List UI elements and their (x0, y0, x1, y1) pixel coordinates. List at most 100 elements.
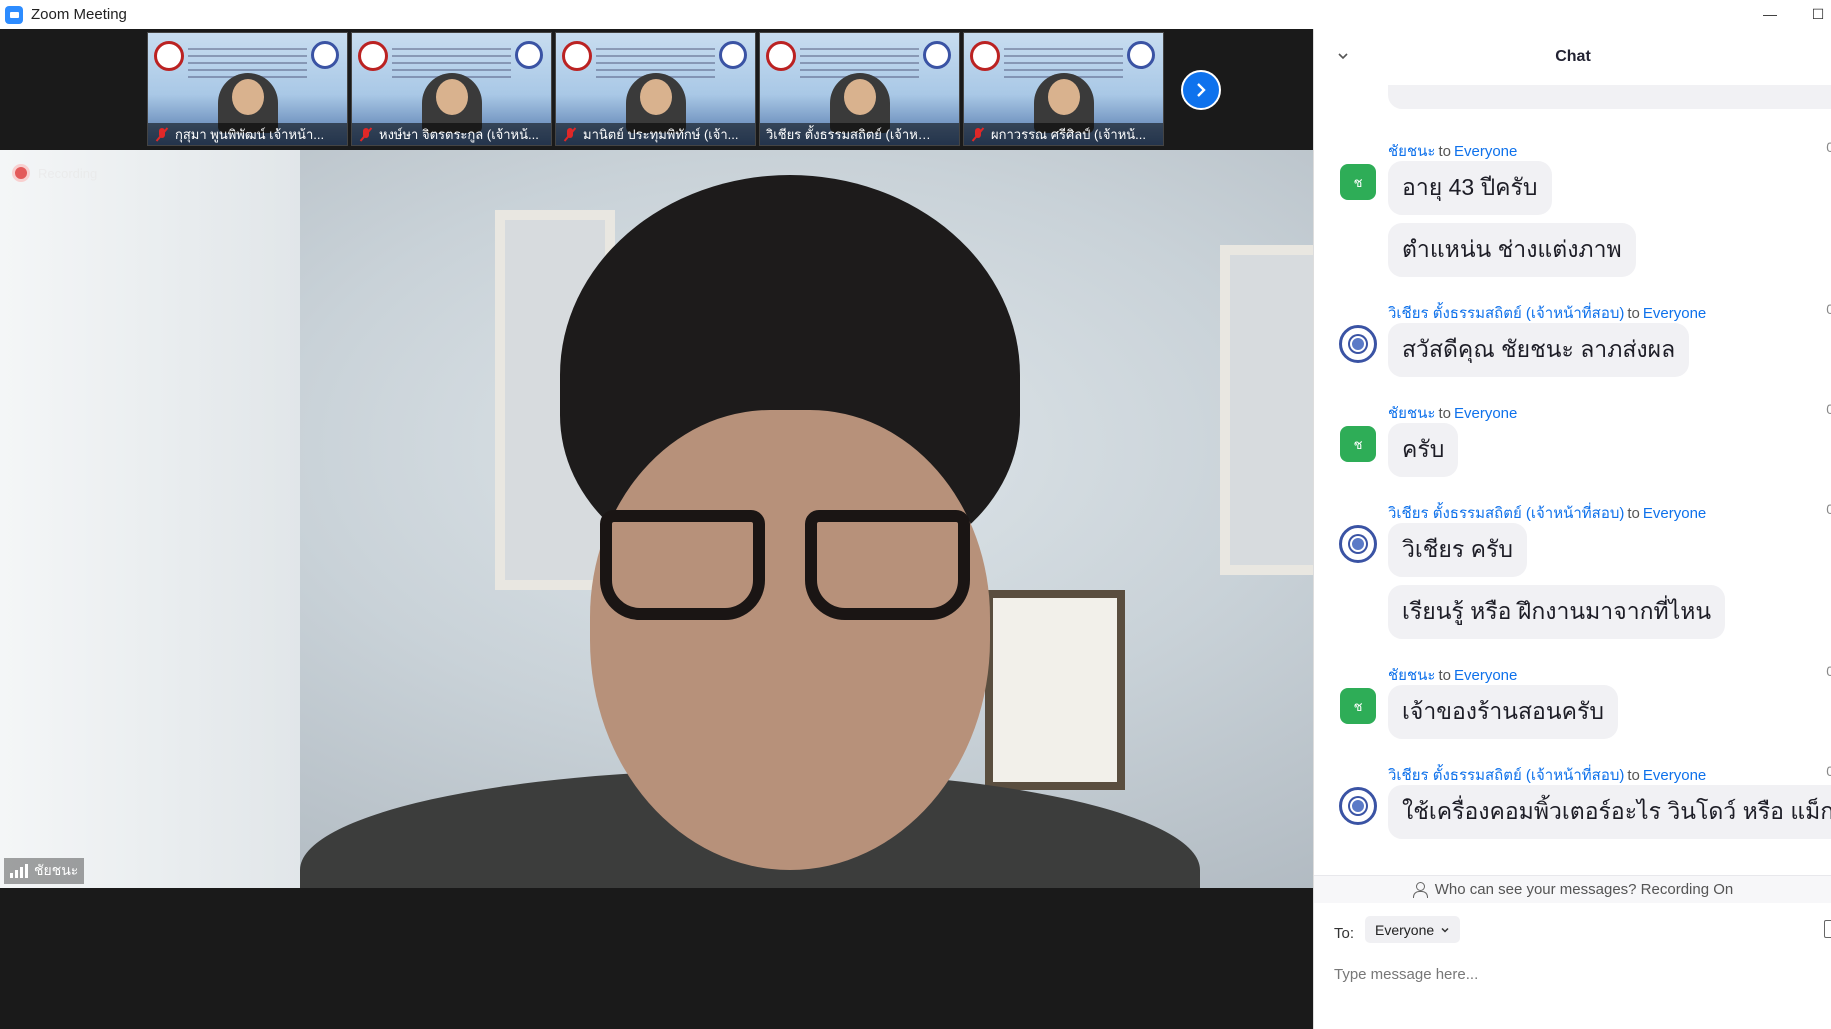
message-sender-line: ชัยชนะ to Everyone (1388, 663, 1517, 687)
message-bubble[interactable]: เจ้าของร้านสอนครับ (1388, 685, 1618, 739)
message-bubble[interactable]: อายุ 43 ปีครับ (1388, 161, 1552, 215)
message-sender-line: วิเชียร ตั้งธรรมสถิตย์ (เจ้าหน้าที่สอบ) t… (1388, 763, 1706, 787)
message-bubble[interactable]: วิเชียร ครับ (1388, 523, 1527, 577)
participant-name-bar: หงษ์ษา จิตรตระกูล (เจ้าหน้... (352, 123, 551, 145)
signal-strength-icon (10, 864, 28, 878)
window-title: Zoom Meeting (31, 6, 127, 23)
mic-muted-icon (563, 127, 577, 141)
avatar: ช (1340, 164, 1376, 200)
org-logo-left (154, 41, 184, 71)
recording-label: Recording (38, 165, 98, 181)
to-label: to (1438, 143, 1451, 160)
next-page-button[interactable] (1181, 70, 1221, 110)
participant-name: วิเชียร ตั้งธรรมสถิตย์ (เจ้าหน้า... (766, 126, 938, 142)
video-subject (600, 510, 765, 620)
avatar (1339, 325, 1377, 363)
sender-name[interactable]: ชัยชนะ (1388, 667, 1435, 684)
recording-icon (12, 164, 30, 182)
video-background (985, 590, 1125, 790)
participant-thumbnail[interactable]: ผกาวรรณ ศรีศิลป์ (เจ้าหน้... (963, 32, 1164, 146)
chevron-down-icon[interactable] (1336, 49, 1350, 63)
sender-name[interactable]: วิเชียร ตั้งธรรมสถิตย์ (เจ้าหน้าที่สอบ) (1388, 767, 1624, 784)
message-time: 0 (1826, 501, 1831, 517)
recipient-name[interactable]: Everyone (1643, 305, 1706, 322)
to-label: to (1627, 505, 1640, 522)
recipient-value: Everyone (1375, 921, 1435, 938)
chevron-right-icon (1197, 83, 1206, 97)
message-bubble[interactable]: เรียนรู้ หรือ ฝึกงานมาจากที่ไหน (1388, 585, 1726, 639)
recording-indicator[interactable]: Recording (12, 164, 97, 182)
recipient-name[interactable]: Everyone (1454, 667, 1517, 684)
message-time: 0 (1826, 663, 1831, 679)
active-speaker-video: Recording ชัยชนะ (0, 150, 1313, 888)
sender-name[interactable]: ชัยชนะ (1388, 143, 1435, 160)
avatar (1339, 525, 1377, 563)
avatar: ช (1340, 426, 1376, 462)
participant-thumbnail[interactable]: หงษ์ษา จิตรตระกูล (เจ้าหน้... (351, 32, 552, 146)
chat-message-list[interactable]: ชัยชนะ to Everyone 0 ช อายุ 43 ปีครับ ตำแห… (1314, 85, 1831, 877)
message-privacy-notice[interactable]: Who can see your messages? Recording On (1314, 875, 1831, 903)
message-time: 0 (1826, 763, 1831, 779)
org-logo-right (1127, 41, 1155, 69)
sender-name[interactable]: วิเชียร ตั้งธรรมสถิตย์ (เจ้าหน้าที่สอบ) (1388, 505, 1624, 522)
org-logo-right (311, 41, 339, 69)
avatar (1339, 787, 1377, 825)
video-background (1220, 245, 1313, 575)
message-sender-line: วิเชียร ตั้งธรรมสถิตย์ (เจ้าหน้าที่สอบ) t… (1388, 501, 1706, 525)
message-input[interactable] (1334, 961, 1814, 987)
chat-panel: Chat ชัยชนะ to Everyone 0 ช อายุ 43 ปีครับ… (1313, 29, 1831, 1029)
people-icon (1412, 881, 1429, 898)
message-bubble[interactable]: ตำแหน่น ช่างแต่งภาพ (1388, 223, 1636, 277)
to-label: to (1627, 767, 1640, 784)
participant-thumbnail[interactable]: กุสุมา พูนพิพัฒน์ เจ้าหน้า... (147, 32, 348, 146)
participant-name: ผกาวรรณ ศรีศิลป์ (เจ้าหน้... (991, 126, 1147, 142)
recipient-dropdown[interactable]: Everyone (1365, 916, 1461, 943)
participant-name: กุสุมา พูนพิพัฒน์ เจ้าหน้า... (175, 126, 325, 142)
maximize-button[interactable]: ☐ (1806, 2, 1830, 26)
minimize-button[interactable]: — (1758, 2, 1782, 26)
participant-name-bar: ผกาวรรณ ศรีศิลป์ (เจ้าหน้... (964, 123, 1163, 145)
message-bubble[interactable]: ครับ (1388, 423, 1459, 477)
to-label: to (1438, 405, 1451, 422)
participant-thumbnail[interactable]: วิเชียร ตั้งธรรมสถิตย์ (เจ้าหน้า... (759, 32, 960, 146)
participant-thumbnail-strip: กุสุมา พูนพิพัฒน์ เจ้าหน้า... หงษ์ษา จิต… (0, 29, 1313, 150)
video-background (0, 150, 300, 888)
to-label: to (1438, 667, 1451, 684)
participant-name: หงษ์ษา จิตรตระกูล (เจ้าหน้... (379, 126, 539, 142)
participant-name: มานิตย์ ประทุมพิทักษ์ (เจ้า... (583, 126, 739, 142)
video-subject (805, 510, 970, 620)
message-time: 0 (1826, 301, 1831, 317)
mic-muted-icon (155, 127, 169, 141)
org-logo-right (515, 41, 543, 69)
zoom-app-icon (5, 5, 23, 24)
message-bubble-partial (1388, 85, 1831, 109)
recipient-name[interactable]: Everyone (1643, 505, 1706, 522)
recipient-name[interactable]: Everyone (1643, 767, 1706, 784)
org-logo-left (970, 41, 1000, 71)
message-bubble[interactable]: ใช้เครื่องคอมพิ้วเตอร์อะไร วินโดว์ หรือ … (1388, 785, 1831, 839)
sender-name[interactable]: วิเชียร ตั้งธรรมสถิตย์ (เจ้าหน้าที่สอบ) (1388, 305, 1624, 322)
mic-muted-icon (971, 127, 985, 141)
privacy-notice-text: Who can see your messages? Recording On (1434, 881, 1734, 898)
sender-name[interactable]: ชัยชนะ (1388, 405, 1435, 422)
recipient-name[interactable]: Everyone (1454, 405, 1517, 422)
org-logo-left (358, 41, 388, 71)
participant-name-bar: มานิตย์ ประทุมพิทักษ์ (เจ้า... (556, 123, 755, 145)
recipient-name[interactable]: Everyone (1454, 143, 1517, 160)
to-label: to (1627, 305, 1640, 322)
message-time: 0 (1826, 401, 1831, 417)
org-logo-right (923, 41, 951, 69)
title-bar: Zoom Meeting — ☐ (0, 0, 1831, 29)
file-icon[interactable] (1824, 920, 1831, 938)
chat-title: Chat (1555, 48, 1591, 65)
message-sender-line: วิเชียร ตั้งธรรมสถิตย์ (เจ้าหน้าที่สอบ) t… (1388, 301, 1706, 325)
chat-header: Chat (1314, 29, 1831, 85)
message-sender-line: ชัยชนะ to Everyone (1388, 401, 1517, 425)
message-bubble[interactable]: สวัสดีคุณ ชัยชนะ ลาภส่งผล (1388, 323, 1690, 377)
chat-compose-area: To: Everyone (1314, 903, 1831, 1029)
participant-name-bar: กุสุมา พูนพิพัฒน์ เจ้าหน้า... (148, 123, 347, 145)
participant-thumbnail[interactable]: มานิตย์ ประทุมพิทักษ์ (เจ้า... (555, 32, 756, 146)
speaker-name-tag: ชัยชนะ (4, 858, 85, 884)
message-sender-line: ชัยชนะ to Everyone (1388, 139, 1517, 163)
chevron-down-icon (1441, 927, 1449, 933)
